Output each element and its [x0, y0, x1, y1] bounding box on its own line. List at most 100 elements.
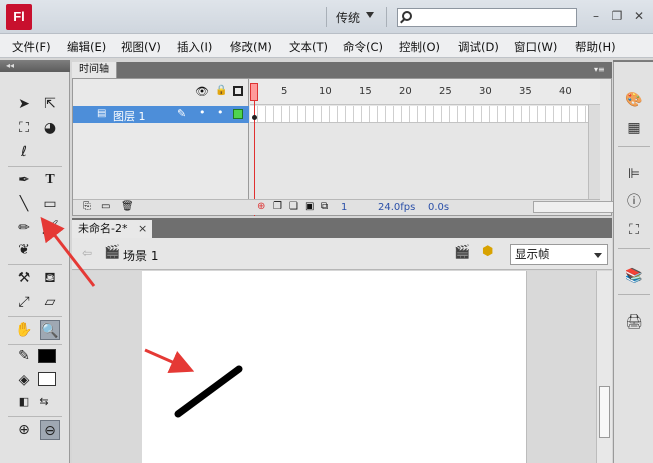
brush-tool-icon[interactable]: 🖌	[40, 218, 60, 238]
stroke-color-icon[interactable]: ✎	[14, 346, 34, 366]
line-tool-icon[interactable]: ╲	[14, 194, 34, 214]
onion-skin-icon[interactable]: ❐	[273, 201, 282, 212]
tool-separator	[8, 264, 62, 265]
lock-dot-icon[interactable]: •	[217, 106, 224, 119]
minimize-button[interactable]: –	[588, 8, 604, 24]
frame-ruler[interactable]: 1 5 10 15 20 25 30 35 40	[250, 79, 600, 105]
bone-tool-icon[interactable]: ⚒	[14, 268, 34, 288]
close-window-button[interactable]: ✕	[631, 8, 647, 24]
frame-rate[interactable]: 24.0fps	[378, 202, 415, 213]
tools-panel: ➤ ⇱ ⛶ ◕ ℓ ✒ T ╲ ▭ ✏ 🖌 ❦ ⚒ ⛾ ⤢ ▱ ✋ 🔍 ✎ ◈ …	[0, 72, 70, 463]
rectangle-tool-icon[interactable]: ▭	[40, 194, 60, 214]
workspace-switcher[interactable]: 传统	[336, 9, 360, 26]
layer-outline-color[interactable]	[233, 109, 243, 119]
align-panel-icon[interactable]: ⊫	[624, 164, 644, 184]
trash-icon[interactable]: 🗑	[121, 201, 134, 212]
stroke-color-swatch[interactable]	[38, 349, 56, 363]
layer-name[interactable]: 图层 1	[113, 108, 146, 124]
free-transform-tool-icon[interactable]: ⛶	[14, 118, 34, 138]
menu-insert[interactable]: 插入(I)	[177, 39, 212, 55]
text-tool-icon[interactable]: T	[40, 170, 60, 190]
title-separator	[326, 7, 327, 27]
keyframe-icon[interactable]	[252, 115, 257, 120]
stage-scrollbar[interactable]	[596, 271, 612, 463]
eye-icon[interactable]: 👁	[195, 85, 209, 98]
new-folder-icon[interactable]: ▭	[101, 201, 110, 212]
menu-edit[interactable]: 编辑(E)	[67, 39, 106, 55]
chevron-down-icon[interactable]	[366, 12, 374, 18]
stage[interactable]	[142, 271, 526, 463]
outline-icon[interactable]	[233, 86, 243, 96]
menu-help[interactable]: 帮助(H)	[575, 39, 616, 55]
pencil-tool-icon[interactable]: ✏	[14, 218, 34, 238]
restore-button[interactable]: ❐	[609, 8, 625, 24]
tool-separator	[8, 416, 62, 417]
zoom-out-icon[interactable]: ⊖	[40, 420, 60, 440]
pasteboard[interactable]	[72, 271, 596, 463]
close-icon[interactable]: ×	[138, 220, 147, 238]
playhead[interactable]	[250, 83, 258, 101]
edit-scene-icon[interactable]: 🎬	[454, 245, 470, 260]
timeline-scrollbar[interactable]	[588, 105, 600, 199]
lasso-tool-icon[interactable]: ℓ	[14, 142, 34, 162]
frame-view-select[interactable]: 显示帧	[510, 244, 608, 265]
right-dock: 🎨 ▦ ⊫ ⓘ ⛶ 📚 🖨	[613, 62, 653, 463]
selection-tool-icon[interactable]: ➤	[14, 94, 34, 114]
scene-label[interactable]: 场景 1	[123, 247, 158, 264]
visible-dot-icon[interactable]: •	[199, 106, 206, 119]
eyedropper-tool-icon[interactable]: ⤢	[14, 292, 34, 312]
menu-commands[interactable]: 命令(C)	[343, 39, 383, 55]
transform-panel-icon[interactable]: ⛶	[624, 220, 644, 240]
zoom-tool-icon[interactable]: 🔍	[40, 320, 60, 340]
menu-window[interactable]: 窗口(W)	[514, 39, 557, 55]
deco-tool-icon[interactable]: ❦	[14, 240, 34, 260]
info-panel-icon[interactable]: ⓘ	[624, 192, 644, 212]
hand-tool-icon[interactable]: ✋	[14, 320, 34, 340]
menu-debug[interactable]: 调试(D)	[458, 39, 499, 55]
zoom-in-icon[interactable]: ⊕	[14, 420, 34, 440]
fill-color-icon[interactable]: ◈	[14, 370, 34, 390]
pen-tool-icon[interactable]: ✒	[14, 170, 34, 190]
new-layer-icon[interactable]: ⎘	[83, 201, 91, 212]
eraser-tool-icon[interactable]: ▱	[40, 292, 60, 312]
tool-separator	[8, 166, 62, 167]
layer-row[interactable]: ▤ 图层 1 ✎ • •	[73, 106, 249, 123]
color-panel-icon[interactable]: 🎨	[624, 90, 644, 110]
back-arrow-icon[interactable]: ⇦	[82, 246, 92, 260]
help-search-input[interactable]	[397, 8, 577, 27]
current-frame[interactable]: 1	[341, 202, 347, 213]
drawn-line-stroke[interactable]	[174, 365, 243, 418]
edit-symbols-icon[interactable]: ⬢	[482, 244, 493, 259]
menu-control[interactable]: 控制(O)	[399, 39, 440, 55]
menu-view[interactable]: 视图(V)	[121, 39, 161, 55]
black-white-icon[interactable]: ◧	[14, 392, 34, 412]
fill-color-swatch[interactable]	[38, 372, 56, 386]
layer-icon: ▤	[97, 108, 107, 119]
subselection-tool-icon[interactable]: ⇱	[40, 94, 60, 114]
swatches-panel-icon[interactable]: ▦	[624, 118, 644, 138]
paint-bucket-tool-icon[interactable]: ⛾	[40, 268, 60, 288]
onion-markers-icon[interactable]: ⧉	[321, 201, 328, 212]
3d-rotation-tool-icon[interactable]: ◕	[40, 118, 60, 138]
center-frame-icon[interactable]: ⊕	[257, 201, 265, 212]
panel-menu-icon[interactable]: ▾≡	[594, 64, 605, 76]
components-panel-icon[interactable]: 🖨	[624, 312, 644, 332]
menu-modify[interactable]: 修改(M)	[230, 39, 272, 55]
library-panel-icon[interactable]: 📚	[624, 266, 644, 286]
elapsed-time: 0.0s	[428, 202, 450, 213]
tab-document[interactable]: 未命名-2* ×	[72, 220, 152, 238]
onion-outline-icon[interactable]: ❏	[289, 201, 298, 212]
frames-row[interactable]	[250, 106, 600, 123]
collapse-icon[interactable]: ◂◂	[6, 60, 14, 72]
document-title: 未命名-2*	[78, 222, 128, 235]
menu-text[interactable]: 文本(T)	[289, 39, 328, 55]
swap-colors-icon[interactable]: ⇆	[34, 392, 54, 412]
ruler-label: 5	[281, 86, 288, 97]
edit-multiple-frames-icon[interactable]: ▣	[305, 201, 314, 212]
pencil-icon: ✎	[177, 107, 187, 120]
stage-scroll-thumb[interactable]	[599, 386, 610, 438]
lock-icon[interactable]: 🔒	[215, 85, 227, 96]
tab-timeline[interactable]: 时间轴	[72, 62, 117, 78]
tools-panel-header[interactable]: ◂◂	[0, 60, 70, 72]
menu-file[interactable]: 文件(F)	[12, 39, 51, 55]
